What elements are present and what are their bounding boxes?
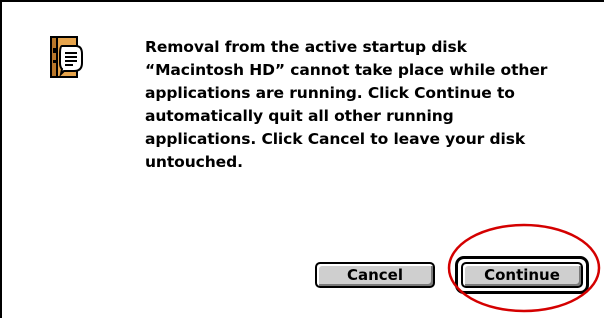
alert-dialog: Removal from the active startup disk “Ma… bbox=[0, 0, 606, 318]
continue-button[interactable]: Continue bbox=[461, 262, 583, 288]
alert-face-icon bbox=[50, 36, 84, 78]
cancel-button[interactable]: Cancel bbox=[315, 262, 435, 288]
alert-message: Removal from the active startup disk “Ma… bbox=[145, 38, 548, 171]
